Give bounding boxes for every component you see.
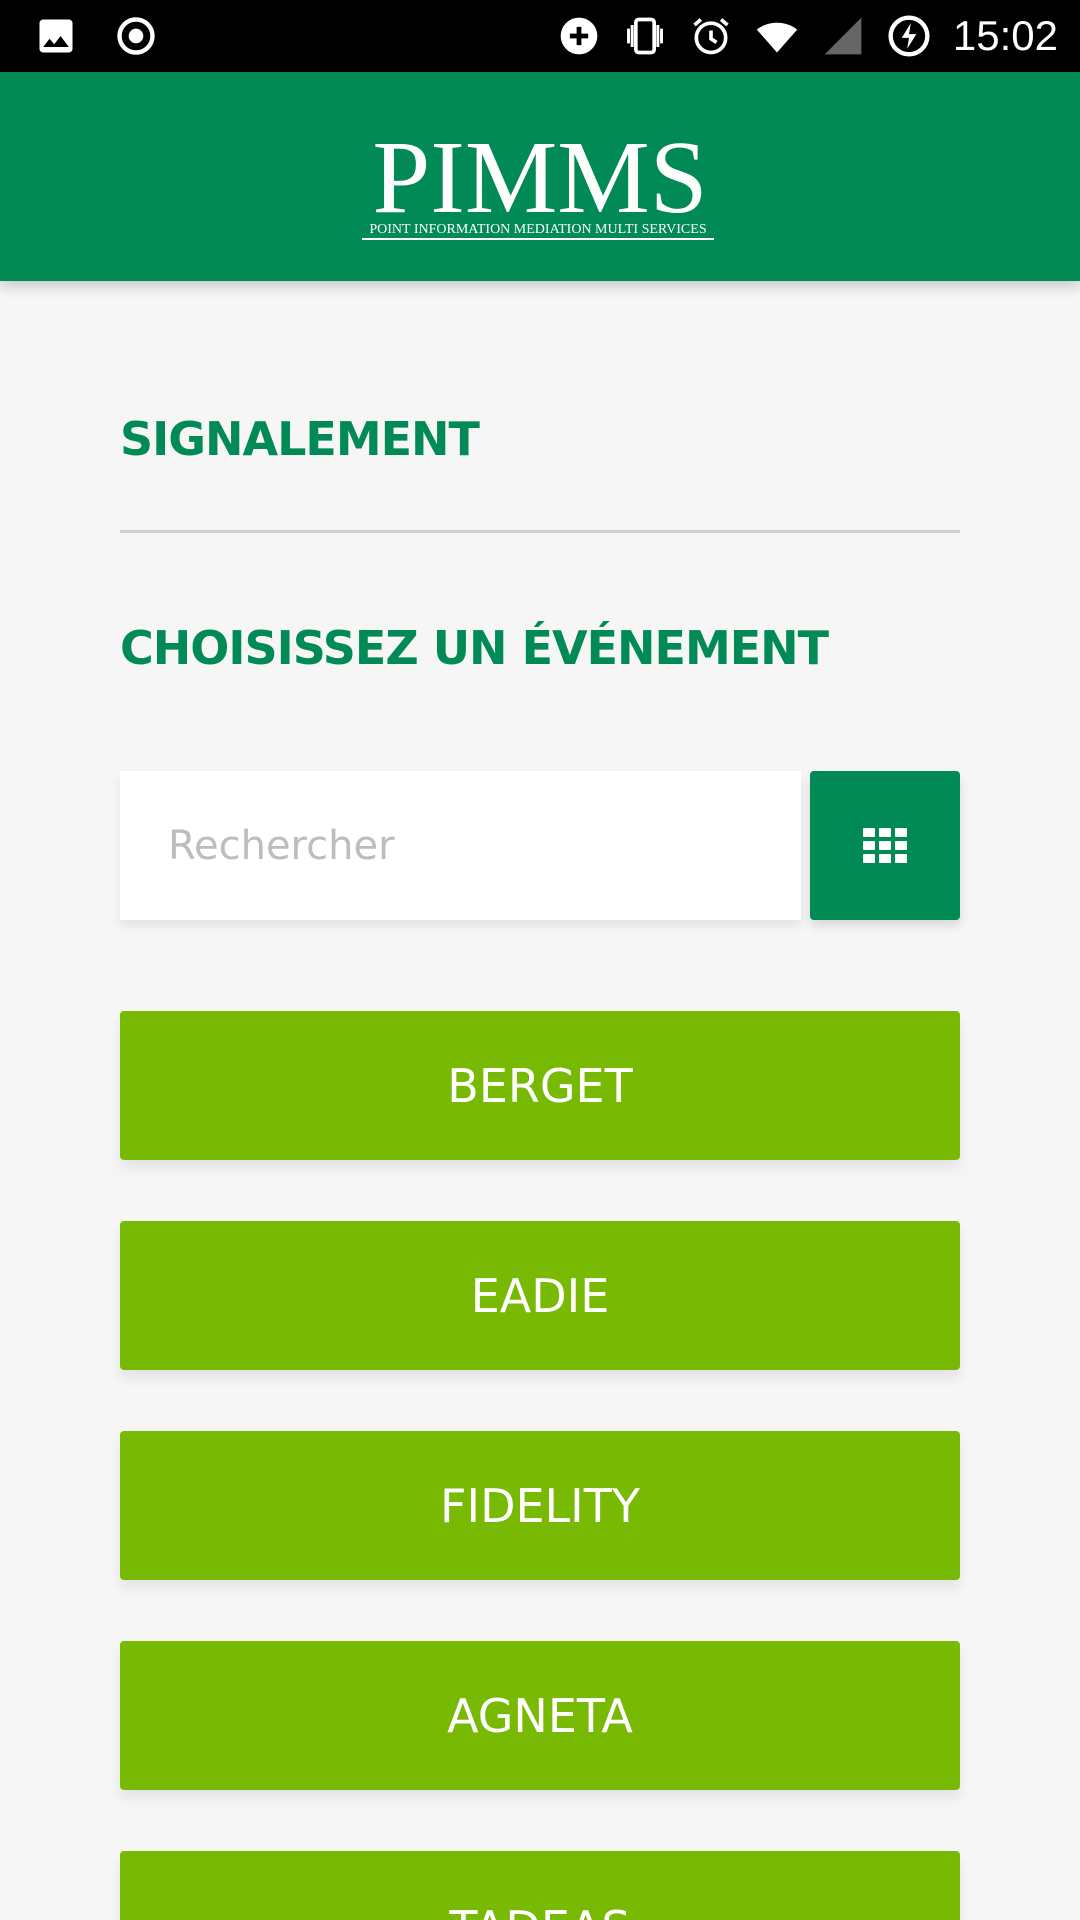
cell-signal-icon — [824, 17, 862, 55]
search-box — [120, 771, 801, 920]
grid-icon — [863, 827, 907, 863]
battery-charging-icon — [888, 15, 930, 57]
event-button-berget[interactable]: BERGET — [120, 1011, 960, 1160]
status-bar: 15:02 — [0, 0, 1080, 72]
image-icon — [39, 19, 73, 53]
clock: 15:02 — [952, 12, 1058, 59]
event-button-fidelity[interactable]: FIDELITY — [120, 1431, 960, 1580]
wifi-icon — [756, 22, 798, 53]
event-button-eadie[interactable]: EADIE — [120, 1221, 960, 1370]
pimms-logo: PIMMS POINT INFORMATION MEDIATION MULTI … — [360, 120, 720, 240]
app-header: PIMMS POINT INFORMATION MEDIATION MULTI … — [0, 72, 1080, 281]
page-title: SIGNALEMENT — [120, 412, 480, 466]
section-subtitle: CHOISISSEZ UN ÉVÉNEMENT — [120, 621, 829, 675]
vibrate-icon — [626, 17, 663, 55]
logo-title: PIMMS — [372, 120, 708, 235]
logo-subtitle: POINT INFORMATION MEDIATION MULTI SERVIC… — [362, 222, 714, 240]
data-saver-icon — [560, 17, 598, 55]
search-input[interactable] — [168, 771, 788, 920]
divider — [120, 530, 960, 533]
alarm-icon — [693, 18, 729, 55]
event-button-agneta[interactable]: AGNETA — [120, 1641, 960, 1790]
record-icon — [117, 17, 155, 55]
event-label: TADEAS — [449, 1901, 630, 1920]
event-button-tadeas[interactable]: TADEAS — [120, 1851, 960, 1920]
grid-view-button[interactable] — [810, 771, 960, 920]
